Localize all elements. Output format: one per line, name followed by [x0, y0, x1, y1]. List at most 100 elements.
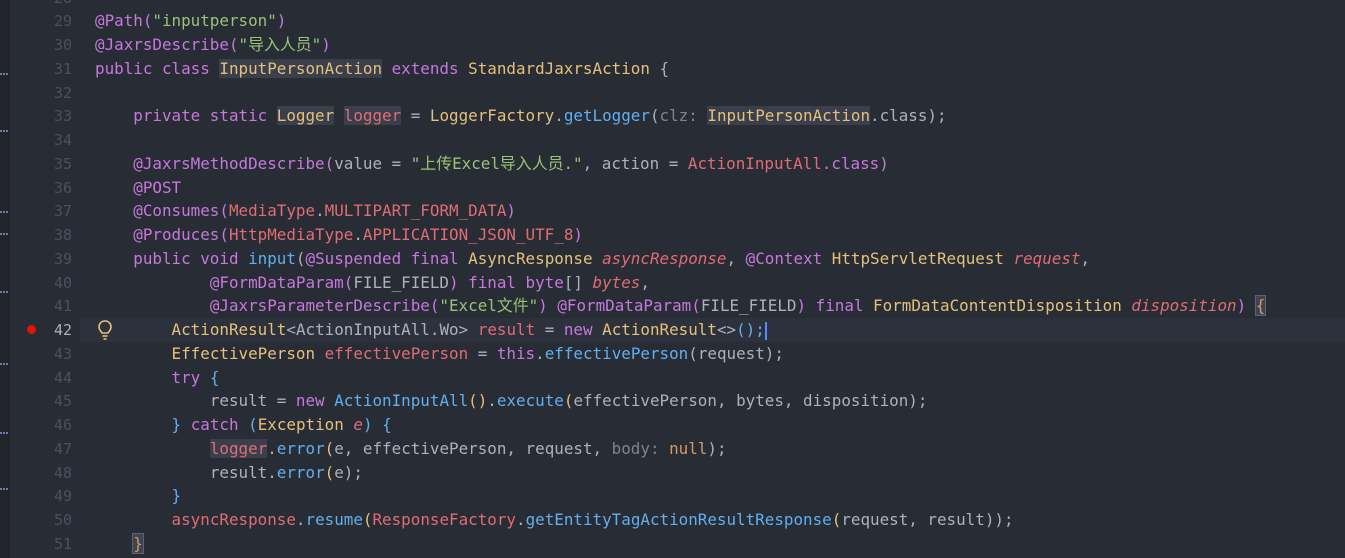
- keyword: try: [171, 368, 201, 387]
- line-number: 45: [53, 392, 72, 410]
- type-name: Logger: [276, 106, 335, 125]
- code-line-31[interactable]: public class InputPersonAction extends S…: [95, 57, 1345, 81]
- type-name: AsyncResponse: [468, 249, 593, 268]
- keyword: final: [815, 296, 874, 315]
- punctuation: ): [796, 296, 816, 315]
- line-number: 50: [53, 511, 72, 529]
- code-line-45[interactable]: result = new ActionInputAll().execute(ef…: [95, 389, 1345, 413]
- argument: e, effectivePerson, request,: [334, 439, 612, 458]
- class-name: StandardJaxrsAction: [468, 59, 650, 78]
- code-line-38[interactable]: @Produces(HttpMediaType.APPLICATION_JSON…: [95, 223, 1345, 247]
- operator: =: [659, 154, 688, 173]
- operator: =: [267, 391, 296, 410]
- keyword: new: [563, 320, 603, 339]
- punctuation: (: [831, 510, 842, 529]
- punctuation: ): [1236, 296, 1256, 315]
- keyword: public class: [95, 59, 220, 78]
- argument: request: [697, 344, 765, 363]
- type-name: HttpServletRequest: [831, 249, 1004, 268]
- code-line-37[interactable]: @Consumes(MediaType.MULTIPART_FORM_DATA): [95, 199, 1345, 223]
- code-line-44[interactable]: try {: [95, 366, 1345, 390]
- line-number: 47: [53, 440, 72, 458]
- project-panel-edge: [0, 0, 10, 558]
- code-line-35[interactable]: @JaxrsMethodDescribe(value = "上传Excel导入人…: [95, 152, 1345, 176]
- type-name: EffectivePerson: [171, 344, 316, 363]
- class-name: ResponseFactory: [372, 510, 516, 529]
- punctuation: ): [276, 11, 287, 30]
- punctuation: );: [343, 463, 363, 482]
- code-line-47[interactable]: logger.error(e, effectivePerson, request…: [95, 437, 1345, 461]
- code-line-48[interactable]: result.error(e);: [95, 461, 1345, 485]
- punctuation: ));: [984, 510, 1014, 529]
- text-cursor: [764, 321, 767, 340]
- code-line-49[interactable]: }: [95, 484, 1345, 508]
- code-line-41[interactable]: @JaxrsParameterDescribe("Excel文件") @Form…: [95, 294, 1345, 318]
- punctuation: .class);: [870, 106, 947, 125]
- annotation: @Suspended: [305, 249, 402, 268]
- code-line-43[interactable]: EffectivePerson effectivePerson = this.e…: [95, 342, 1345, 366]
- keyword: this: [496, 344, 536, 363]
- type-name: Wo: [439, 320, 459, 339]
- code-line-29[interactable]: @Path("inputperson"): [95, 9, 1345, 33]
- string-literal: "导入人员": [238, 35, 322, 54]
- code-line-36[interactable]: @POST: [95, 176, 1345, 200]
- punctuation: ): [506, 201, 516, 220]
- annotation: @JaxrsMethodDescribe(: [95, 154, 335, 173]
- punctuation: []: [563, 273, 593, 292]
- field-name: logger: [209, 439, 268, 458]
- keyword: public void: [95, 249, 249, 268]
- code-line-39[interactable]: public void input(@Suspended final Async…: [95, 247, 1345, 271]
- line-number: 39: [53, 250, 72, 268]
- punctuation: ,: [582, 154, 602, 173]
- code-line-40[interactable]: @FormDataParam(FILE_FIELD) final byte[] …: [95, 271, 1345, 295]
- punctuation: ();: [736, 320, 765, 339]
- punctuation: (: [295, 249, 306, 268]
- line-number: 43: [53, 345, 72, 363]
- method-name: input: [248, 249, 296, 268]
- punctuation: ): [449, 273, 469, 292]
- keyword: final: [468, 273, 526, 292]
- code-line-50[interactable]: asyncResponse.resume(ResponseFactory.get…: [95, 508, 1345, 532]
- strip-marker: [0, 211, 8, 216]
- code-line-51[interactable]: }: [95, 532, 1345, 556]
- line-number: 29: [53, 12, 72, 30]
- line-number: 48: [53, 464, 72, 482]
- method-call: execute: [496, 391, 564, 410]
- type-name: ActionResult: [602, 320, 717, 339]
- class-name: HttpMediaType: [228, 225, 354, 244]
- code-line-33[interactable]: private static Logger logger = LoggerFac…: [95, 104, 1345, 128]
- breakpoint-dot[interactable]: [27, 325, 36, 334]
- punctuation: (): [468, 391, 488, 410]
- method-call: getEntityTagActionResultResponse: [525, 510, 832, 529]
- code-editor[interactable]: 28 29 30 31 32 33 34 35 36 37 38 39 40 4…: [0, 0, 1345, 558]
- code-line-30[interactable]: @JaxrsDescribe("导入人员"): [95, 33, 1345, 57]
- code-line-46[interactable]: } catch (Exception e) {: [95, 413, 1345, 437]
- line-number-gutter[interactable]: 28 29 30 31 32 33 34 35 36 37 38 39 40 4…: [10, 0, 80, 558]
- annotation: @Path(: [95, 11, 153, 30]
- code-line-42[interactable]: ActionResult<ActionInputAll.Wo> result =…: [95, 318, 1345, 342]
- keyword: catch: [181, 415, 249, 434]
- punctuation: .: [267, 439, 277, 458]
- strip-marker: [0, 73, 8, 78]
- attribute-name: action: [601, 154, 660, 173]
- line-number: 41: [53, 297, 72, 315]
- parameter-name: asyncResponse: [602, 249, 727, 268]
- type-name: ActionResult: [171, 320, 287, 339]
- punctuation: ,: [726, 249, 746, 268]
- punctuation: .: [535, 344, 545, 363]
- class-name: ActionInputAll: [334, 391, 469, 410]
- punctuation: <>: [716, 320, 737, 339]
